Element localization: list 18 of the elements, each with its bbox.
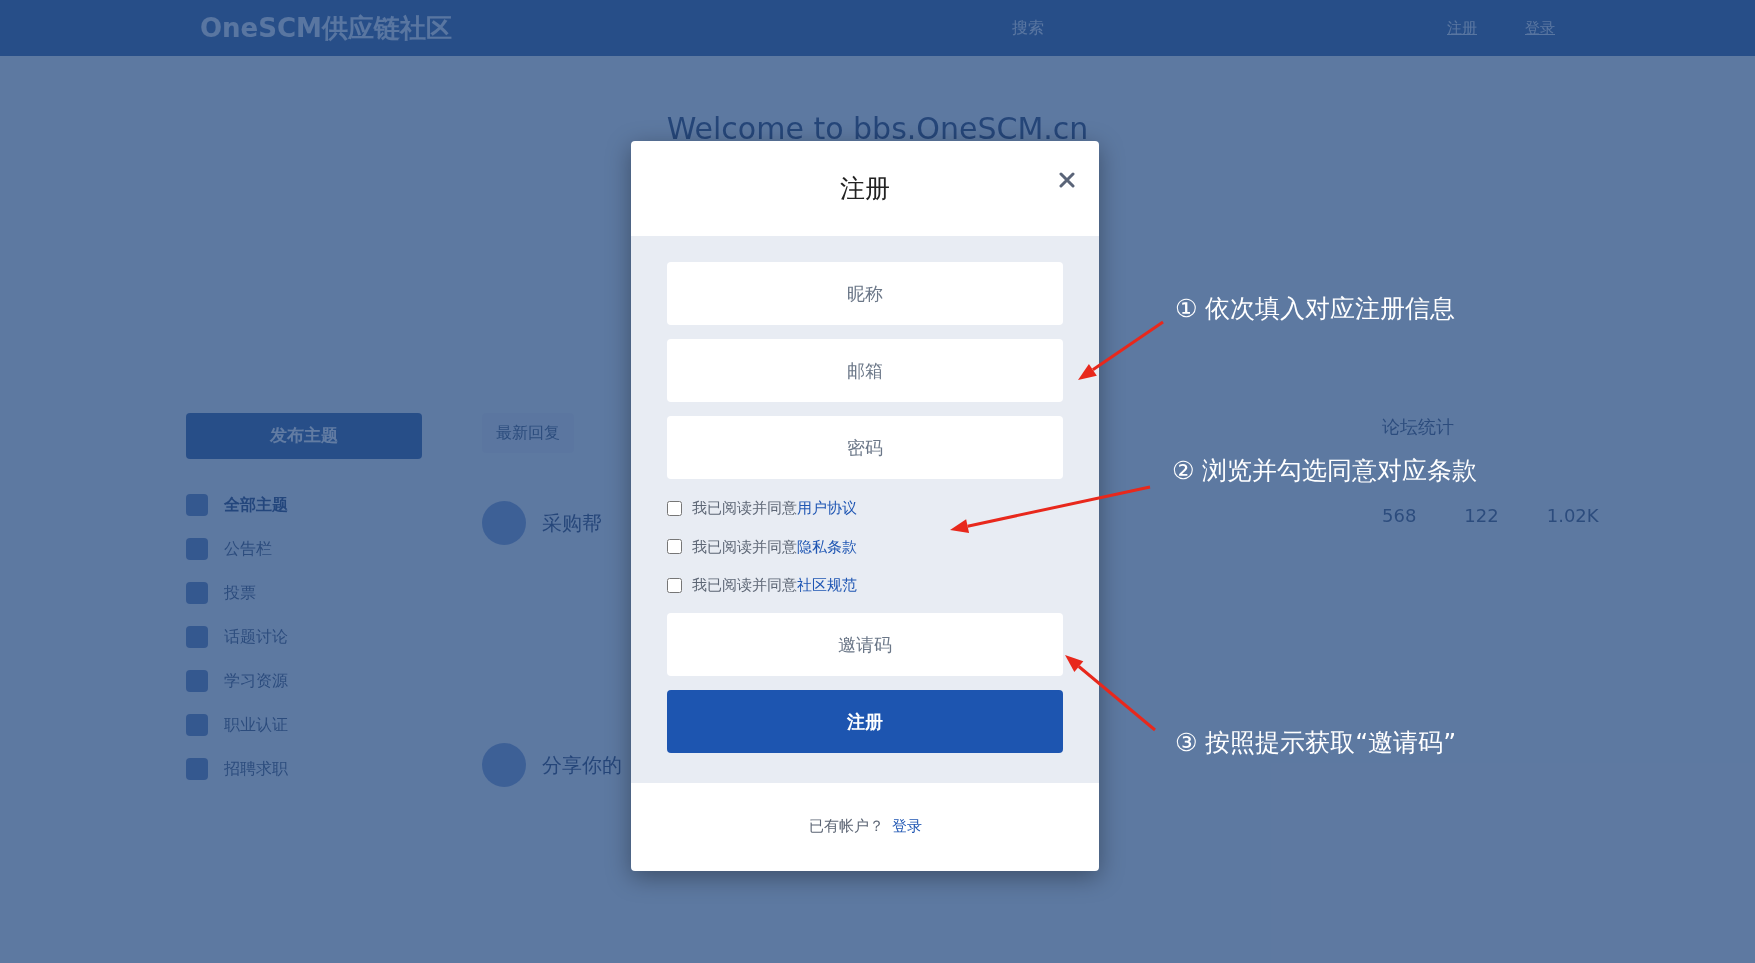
input-field[interactable]: 邀请码	[667, 612, 1063, 676]
agreement-link[interactable]: 隐私条款	[797, 537, 857, 556]
welcome-heading: Welcome to bbs.OneSCM.cn	[665, 110, 1090, 148]
agreement-link[interactable]: 用户协议	[797, 499, 857, 517]
footer-text: 已有帐户？	[808, 816, 884, 838]
input-field[interactable]: 邮箱	[667, 339, 1063, 402]
annotation-text: ③ 按照提示获取“邀请码”	[1175, 727, 1457, 759]
input-field[interactable]: 密码	[667, 416, 1063, 479]
register-button[interactable]: 注册	[667, 689, 1063, 753]
agreement-label: 我已阅读并同意社区规范	[692, 575, 857, 596]
annotation-text: ② 浏览并勾选同意对应条款	[1172, 455, 1478, 487]
input-field[interactable]: 昵称	[667, 262, 1063, 325]
login-link[interactable]: 登录	[891, 815, 922, 838]
agreement-link[interactable]: 社区规范	[797, 576, 857, 594]
agreement-label: 我已阅读并同意隐私条款	[692, 536, 857, 558]
annotation-text: ① 依次填入对应注册信息	[1175, 293, 1456, 325]
agreement-label: 我已阅读并同意用户协议	[692, 498, 857, 519]
modal-title: 注册	[840, 172, 890, 205]
